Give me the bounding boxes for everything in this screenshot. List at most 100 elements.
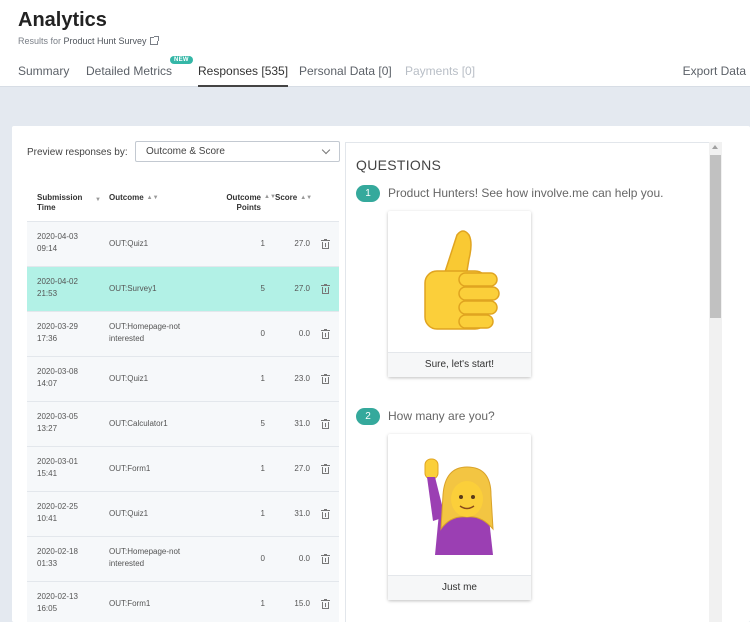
- outcome-points-value: 0: [260, 329, 265, 338]
- header-outcome[interactable]: Outcome ▲▼: [109, 193, 159, 203]
- tab-detailed-metrics[interactable]: Detailed Metrics: [86, 64, 172, 87]
- trash-icon[interactable]: [321, 374, 330, 384]
- outcome-points-value: 0: [260, 554, 265, 563]
- outcome-value: OUT:Homepage-not interested: [109, 547, 181, 568]
- outcome-points-value: 1: [260, 509, 265, 518]
- table-row[interactable]: 2020-04-02 21:53 OUT:Survey1 5 27.0: [27, 267, 339, 312]
- score-value: 15.0: [294, 599, 310, 608]
- table-header: Submission Time ▼ Outcome ▲▼ Outcome Point…: [27, 178, 339, 222]
- responses-list-panel: Preview responses by: Outcome & Score Su…: [12, 126, 342, 622]
- outcome-value: OUT:Homepage-not interested: [109, 322, 181, 343]
- responses-table: Submission Time ▼ Outcome ▲▼ Outcome Point…: [27, 178, 339, 622]
- sort-icon: ▲▼: [146, 195, 159, 201]
- outcome-points-value: 1: [260, 239, 265, 248]
- submission-time: 01:33: [37, 559, 58, 568]
- header-score[interactable]: Score ▲▼: [275, 193, 312, 203]
- trash-icon[interactable]: [321, 509, 330, 519]
- submission-time: 21:53: [37, 289, 58, 298]
- submission-time: 17:36: [37, 334, 58, 343]
- header-score-label: Score: [275, 193, 298, 202]
- questions-scrollbar[interactable]: [709, 142, 722, 622]
- questions-heading: QUESTIONS: [356, 157, 442, 173]
- submission-date: 2020-04-03: [37, 232, 78, 241]
- answer-label: Sure, let's start!: [388, 352, 531, 377]
- score-value: 31.0: [294, 419, 310, 428]
- table-row[interactable]: 2020-02-18 01:33 OUT:Homepage-not interest…: [27, 537, 339, 582]
- score-value: 27.0: [294, 239, 310, 248]
- tab-responses[interactable]: Responses [535]: [198, 64, 289, 87]
- table-row[interactable]: 2020-03-08 14:07 OUT:Quiz1 1 23.0: [27, 357, 339, 402]
- outcome-value: OUT:Calculator1: [109, 419, 168, 428]
- table-row[interactable]: 2020-02-13 16:05 OUT:Form1 1 15.0: [27, 582, 339, 622]
- header-submission-time[interactable]: Submission Time ▼: [37, 193, 101, 213]
- outcome-value: OUT:Quiz1: [109, 239, 149, 248]
- top-bar: Analytics Results for Product Hunt Surve…: [0, 0, 750, 87]
- page-title: Analytics: [18, 9, 107, 31]
- tab-payments: Payments [0]: [405, 64, 476, 78]
- submission-time: 15:41: [37, 469, 58, 478]
- trash-icon[interactable]: [321, 599, 330, 609]
- woman-raising-hand-icon: [424, 458, 494, 555]
- submission-date: 2020-02-25: [37, 502, 78, 511]
- table-row[interactable]: 2020-02-25 10:41 OUT:Quiz1 1 31.0: [27, 492, 339, 537]
- question-number: 1: [356, 185, 380, 202]
- scrollbar-thumb[interactable]: [710, 155, 721, 318]
- export-data-button[interactable]: Export Data: [683, 64, 746, 78]
- preview-label: Preview responses by:: [27, 147, 128, 158]
- thumbs-up-icon: [388, 211, 531, 352]
- outcome-points-value: 1: [260, 464, 265, 473]
- trash-icon[interactable]: [321, 284, 330, 294]
- header-outcome-label: Outcome: [109, 193, 144, 202]
- score-value: 27.0: [294, 284, 310, 293]
- outcome-points-value: 5: [260, 419, 265, 428]
- answer-card: Sure, let's start!: [388, 211, 531, 377]
- submission-date: 2020-03-08: [37, 367, 78, 376]
- submission-date: 2020-02-13: [37, 592, 78, 601]
- submission-time: 13:27: [37, 424, 58, 433]
- question-number: 2: [356, 408, 380, 425]
- chevron-down-icon: [321, 145, 331, 155]
- trash-icon[interactable]: [321, 239, 330, 249]
- table-row[interactable]: 2020-03-29 17:36 OUT:Homepage-not interest…: [27, 312, 339, 357]
- score-value: 0.0: [298, 554, 310, 563]
- outcome-value: OUT:Quiz1: [109, 374, 149, 383]
- subtitle-prefix: Results for: [18, 36, 64, 46]
- responses-panel: Preview responses by: Outcome & Score Su…: [12, 126, 750, 622]
- score-value: 23.0: [294, 374, 310, 383]
- answer-card: Just me: [388, 434, 531, 600]
- submission-date: 2020-03-05: [37, 412, 78, 421]
- answer-label: Just me: [388, 575, 531, 600]
- submission-date: 2020-03-29: [37, 322, 78, 331]
- thumbs-up-icon: [423, 229, 500, 330]
- trash-icon[interactable]: [321, 329, 330, 339]
- outcome-value: OUT:Quiz1: [109, 509, 149, 518]
- submission-time: 10:41: [37, 514, 58, 523]
- table-row[interactable]: 2020-04-03 09:14 OUT:Quiz1 1 27.0: [27, 222, 339, 267]
- trash-icon[interactable]: [321, 464, 330, 474]
- page-subtitle: Results for Product Hunt Survey: [18, 36, 159, 46]
- submission-date: 2020-04-02: [37, 277, 78, 286]
- trash-icon[interactable]: [321, 419, 330, 429]
- outcome-points-value: 1: [260, 599, 265, 608]
- submission-time: 16:05: [37, 604, 58, 613]
- preview-select[interactable]: Outcome & Score: [135, 141, 340, 162]
- outcome-value: OUT:Survey1: [109, 284, 157, 293]
- question-text: Product Hunters! See how involve.me can …: [388, 186, 664, 200]
- header-points-label: Outcome Points: [226, 193, 261, 212]
- outcome-points-value: 1: [260, 374, 265, 383]
- tab-personal-data[interactable]: Personal Data [0]: [299, 64, 392, 87]
- external-link-icon[interactable]: [149, 36, 159, 45]
- header-outcome-points[interactable]: Outcome Points: [209, 193, 261, 213]
- table-row[interactable]: 2020-03-05 13:27 OUT:Calculator1 5 31.0: [27, 402, 339, 447]
- outcome-value: OUT:Form1: [109, 464, 151, 473]
- tab-summary[interactable]: Summary: [18, 64, 69, 87]
- trash-icon[interactable]: [321, 554, 330, 564]
- sort-icon: ▲▼: [300, 195, 313, 201]
- table-row[interactable]: 2020-03-01 15:41 OUT:Form1 1 27.0: [27, 447, 339, 492]
- survey-link[interactable]: Product Hunt Survey: [64, 36, 147, 46]
- new-badge: NEW: [170, 56, 193, 64]
- scroll-up-arrow-icon[interactable]: [712, 145, 718, 149]
- submission-time: 14:07: [37, 379, 58, 388]
- questions-panel: QUESTIONS 1 Product Hunters! See how inv…: [345, 142, 710, 622]
- sort-icon: ▼: [95, 197, 101, 203]
